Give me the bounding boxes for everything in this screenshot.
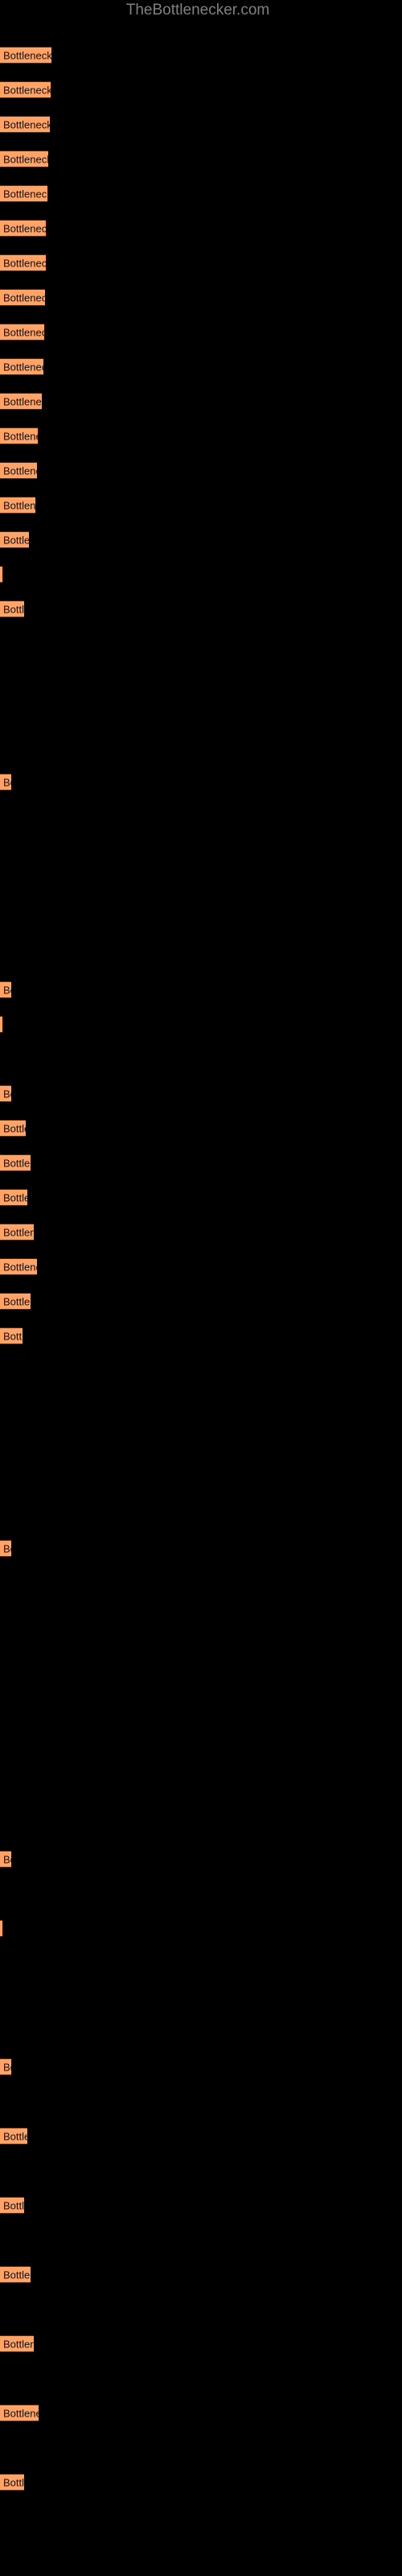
- bar-label: Bottleneck result: [3, 84, 51, 96]
- bar: Bottleneck result: [0, 1120, 26, 1137]
- bar: Bottleneck result: [0, 601, 24, 617]
- bar-label: Bottleneck result: [3, 257, 46, 269]
- bar-label: Bottleneck result: [3, 776, 11, 788]
- bar: Bottleneck result: [0, 1224, 34, 1241]
- bar-label: Bottleneck result: [3, 1261, 37, 1273]
- bar: Bottleneck result: [0, 462, 37, 479]
- bar: Bottleneck result: [0, 220, 46, 237]
- bar-label: Bottleneck result: [3, 1542, 11, 1554]
- bar-label: Bottleneck result: [3, 1853, 11, 1865]
- bar: Bottleneck result: [0, 497, 35, 514]
- bar: Bottleneck result: [0, 1851, 11, 1868]
- bar-label: Bottleneck result: [3, 118, 50, 130]
- bar-label: Bottleneck result: [3, 2407, 39, 2419]
- bar-label: Bottleneck result: [3, 222, 46, 234]
- bar-label: Bottleneck result: [3, 2338, 34, 2350]
- bar: Bottleneck result: [0, 1085, 11, 1102]
- bar-label: Bottleneck result: [3, 153, 48, 165]
- bar: Bottleneck result: [0, 393, 42, 410]
- bar: Bottleneck result: [0, 1540, 11, 1557]
- bar: [0, 566, 2, 583]
- bar-label: Bottleneck result: [3, 534, 29, 546]
- bar: Bottleneck result: [0, 185, 47, 202]
- bar-label: Bottleneck result: [3, 2199, 24, 2211]
- bar: Bottleneck result: [0, 1293, 31, 1310]
- bar-label: Bottleneck result: [3, 464, 37, 477]
- bar: [0, 1920, 2, 1937]
- bar-label: Bottleneck result: [3, 1122, 26, 1134]
- bar: Bottleneck result: [0, 1327, 23, 1344]
- bar-label: Bottleneck result: [3, 1191, 27, 1203]
- bar: Bottleneck result: [0, 254, 46, 271]
- bar: Bottleneck result: [0, 116, 50, 133]
- bar: Bottleneck result: [0, 774, 11, 791]
- bar-label: Bottleneck result: [3, 2268, 31, 2281]
- bar: Bottleneck result: [0, 289, 45, 306]
- bar-label: Bottleneck result: [3, 1295, 31, 1307]
- bar-label: Bottleneck result: [3, 430, 38, 442]
- bar-label: Bottleneck result: [3, 2130, 27, 2142]
- bar: Bottleneck result: [0, 47, 51, 64]
- bottleneck-bar-chart: Bottleneck result Bottleneck result Bottle…: [0, 0, 402, 2576]
- bar: Bottleneck result: [0, 427, 38, 444]
- bar: Bottleneck result: [0, 358, 43, 375]
- bar-label: Bottleneck result: [3, 1226, 34, 1238]
- bar: Bottleneck result: [0, 2128, 27, 2145]
- bar: Bottleneck result: [0, 2197, 24, 2214]
- bar-label: Bottleneck result: [3, 395, 42, 407]
- bar-label: Bottleneck result: [3, 499, 35, 511]
- bar: Bottleneck result: [0, 981, 11, 998]
- bar: Bottleneck result: [0, 324, 44, 341]
- bar-label: Bottleneck result: [3, 49, 51, 61]
- bar-label: Bottleneck result: [3, 1330, 23, 1342]
- bar: Bottleneck result: [0, 1189, 27, 1206]
- bar-label: Bottleneck result: [3, 2476, 24, 2488]
- bar-label: Bottleneck result: [3, 603, 24, 615]
- bar: Bottleneck result: [0, 2335, 34, 2352]
- bar: Bottleneck result: [0, 2474, 24, 2491]
- bar-label: Bottleneck result: [3, 1157, 31, 1169]
- bar-label: Bottleneck result: [3, 1088, 11, 1100]
- bar: Bottleneck result: [0, 2266, 31, 2283]
- bar-label: Bottleneck result: [3, 188, 47, 200]
- bar: Bottleneck result: [0, 531, 29, 548]
- bar: Bottleneck result: [0, 2405, 39, 2421]
- bar-label: Bottleneck result: [3, 2061, 11, 2073]
- bar: [0, 1016, 2, 1033]
- bar-label: Bottleneck result: [3, 984, 11, 996]
- bar: Bottleneck result: [0, 2058, 11, 2075]
- bar: Bottleneck result: [0, 81, 51, 98]
- bar-label: Bottleneck result: [3, 291, 45, 303]
- bar-label: Bottleneck result: [3, 326, 44, 338]
- bar: Bottleneck result: [0, 1154, 31, 1171]
- bar-label: Bottleneck result: [3, 361, 43, 373]
- bar: Bottleneck result: [0, 1258, 37, 1275]
- bar: Bottleneck result: [0, 151, 48, 167]
